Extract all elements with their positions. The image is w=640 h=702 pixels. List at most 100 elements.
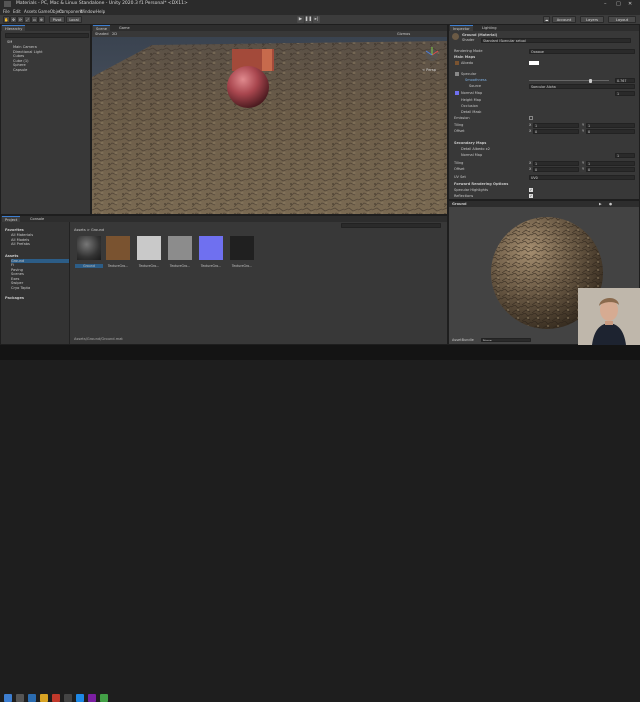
menu-edit[interactable]: Edit — [13, 9, 21, 14]
favorites-folder[interactable]: Favorites — [5, 228, 24, 232]
texture-thumbnail[interactable] — [199, 236, 223, 260]
unity-taskbar-icon[interactable] — [64, 694, 72, 702]
layout-dropdown[interactable]: Layout — [608, 16, 636, 23]
albedo-slot[interactable] — [455, 61, 459, 65]
tiling-y-field[interactable]: 1 — [586, 123, 635, 128]
taskbar-app-icon[interactable] — [88, 694, 96, 702]
rendering-mode-dropdown[interactable]: Opaque — [529, 49, 635, 54]
scale-tool-icon[interactable]: ⤢ — [24, 16, 31, 23]
texture-thumbnail[interactable] — [230, 236, 254, 260]
offset-x-field[interactable]: 0 — [533, 129, 579, 134]
reflections-label: Reflections — [454, 194, 474, 198]
rotate-tool-icon[interactable]: ⟳ — [17, 16, 24, 23]
reflections-checkbox[interactable]: ✓ — [529, 194, 533, 198]
offset2-x-field[interactable]: 0 — [533, 167, 579, 172]
shader-dropdown[interactable]: Standard (Specular setup) — [481, 38, 631, 43]
rect-tool-icon[interactable]: ▭ — [31, 16, 38, 23]
hierarchy-item[interactable]: Cubes — [13, 54, 24, 58]
menu-window[interactable]: Window — [80, 9, 96, 14]
asset-bundle-dropdown[interactable]: None — [481, 337, 531, 342]
transform-tool-icon[interactable]: ⊕ — [38, 16, 45, 23]
pivot-toggle[interactable]: Pivot — [49, 16, 65, 23]
hierarchy-search-input[interactable] — [5, 33, 89, 38]
favorite-item[interactable]: All Prefabs — [11, 242, 30, 246]
hand-tool-icon[interactable]: ✋ — [3, 16, 10, 23]
taskbar-app-icon[interactable] — [40, 694, 48, 702]
tiling2-y-field[interactable]: 1 — [586, 161, 635, 166]
preview-play-icon[interactable]: ▶ — [599, 202, 602, 206]
source-dropdown[interactable]: Specular Alpha — [529, 84, 635, 89]
tab-lighting[interactable]: Lighting — [479, 25, 500, 31]
favorite-item[interactable]: All Materials — [11, 233, 33, 237]
gizmos-dropdown[interactable]: Gizmos — [397, 32, 410, 36]
texture-thumbnail[interactable] — [168, 236, 192, 260]
hierarchy-item[interactable]: Cube (1) — [13, 59, 29, 63]
folder-item[interactable]: Ground — [11, 258, 69, 263]
scene-viewport[interactable]: < Persp — [92, 37, 448, 215]
smoothness-slider-track[interactable] — [529, 80, 609, 81]
normal-map-slot[interactable] — [455, 91, 459, 95]
folder-item[interactable]: Paving — [11, 268, 23, 272]
folder-item[interactable]: Scenes — [11, 272, 24, 276]
texture-thumbnail[interactable] — [106, 236, 130, 260]
shading-mode-dropdown[interactable]: Shaded — [95, 32, 109, 36]
taskbar-app-icon[interactable] — [76, 694, 84, 702]
local-toggle[interactable]: Local — [66, 16, 82, 23]
preview-shape-icon[interactable]: ● — [609, 202, 612, 206]
windows-start-icon[interactable] — [4, 694, 12, 702]
texture-thumbnail[interactable] — [137, 236, 161, 260]
menu-component[interactable]: Component — [59, 9, 82, 14]
hierarchy-item[interactable]: Main Camera — [13, 45, 37, 49]
layers-dropdown[interactable]: Layers — [580, 16, 604, 23]
assets-folder[interactable]: Assets — [5, 254, 18, 258]
menu-help[interactable]: Help — [96, 9, 105, 14]
uv-set-dropdown[interactable]: UV0 — [529, 175, 635, 180]
minimize-icon[interactable]: – — [604, 1, 607, 7]
tab-hierarchy[interactable]: Hierarchy — [2, 25, 26, 31]
smoothness-value[interactable]: 0.767 — [615, 78, 635, 83]
menu-file[interactable]: File — [3, 9, 10, 14]
account-dropdown[interactable]: Account — [552, 16, 576, 23]
scene-render[interactable] — [92, 37, 448, 215]
project-search-input[interactable] — [341, 223, 441, 228]
tiling-x-field[interactable]: 1 — [533, 123, 579, 128]
pause-icon[interactable]: ❚❚ — [305, 16, 312, 23]
breadcrumb[interactable]: Assets > Ground — [74, 228, 104, 232]
folder-item[interactable]: Fi — [11, 263, 14, 267]
normal-map2-value[interactable]: 1 — [615, 153, 635, 158]
tab-inspector[interactable]: Inspector — [450, 25, 473, 31]
specular-slot[interactable] — [455, 72, 459, 76]
hierarchy-item[interactable]: Sphere — [13, 63, 26, 67]
tiling2-x-field[interactable]: 1 — [533, 161, 579, 166]
step-icon[interactable]: ▸| — [313, 16, 320, 23]
search-icon[interactable] — [16, 694, 24, 702]
persp-label[interactable]: < Persp — [422, 68, 436, 72]
folder-item[interactable]: Swiper — [11, 281, 23, 285]
taskbar-app-icon[interactable] — [28, 694, 36, 702]
2d-toggle[interactable]: 2D — [112, 32, 117, 36]
normal-map-value[interactable]: 1 — [615, 91, 635, 96]
hierarchy-item[interactable]: Capsule — [13, 68, 27, 72]
cloud-icon[interactable]: ☁ — [543, 16, 550, 23]
menu-assets[interactable]: Assets — [24, 9, 37, 14]
offset-y-field[interactable]: 0 — [586, 129, 635, 134]
taskbar-app-icon[interactable] — [100, 694, 108, 702]
smoothness-slider-handle[interactable] — [589, 78, 593, 83]
play-icon[interactable]: ▶ — [297, 16, 304, 23]
folder-item[interactable]: Exes — [11, 277, 19, 281]
material-thumbnail[interactable] — [77, 236, 101, 260]
taskbar-app-icon[interactable] — [52, 694, 60, 702]
favorite-item[interactable]: All Models — [11, 238, 29, 242]
hierarchy-item[interactable]: Directional Light — [13, 50, 43, 54]
emission-checkbox[interactable] — [529, 116, 533, 120]
sphere-object[interactable] — [227, 66, 269, 108]
specular-highlights-checkbox[interactable]: ✓ — [529, 188, 533, 192]
folder-item[interactable]: Cryo Tapta — [11, 286, 30, 290]
close-icon[interactable]: ✕ — [628, 1, 632, 7]
packages-folder[interactable]: Packages — [5, 296, 24, 300]
offset2-y-field[interactable]: 0 — [586, 167, 635, 172]
maximize-icon[interactable]: □ — [616, 1, 621, 7]
albedo-color-swatch[interactable] — [529, 61, 539, 65]
scene-root[interactable]: SM — [7, 40, 12, 44]
move-tool-icon[interactable]: ✥ — [10, 16, 17, 23]
